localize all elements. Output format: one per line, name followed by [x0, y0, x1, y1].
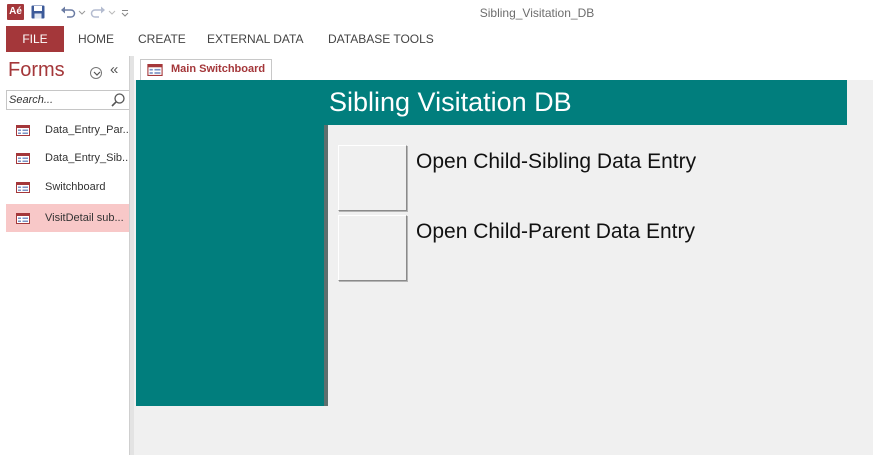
form-icon [16, 125, 30, 136]
nav-item-label: Switchboard [45, 181, 106, 193]
tab-create[interactable]: CREATE [138, 26, 186, 52]
nav-search-input[interactable] [7, 91, 107, 109]
open-child-sibling-button[interactable] [338, 145, 407, 211]
nav-item-label: Data_Entry_Sib... [45, 152, 130, 164]
nav-item-label: Data_Entry_Par... [45, 124, 130, 136]
open-child-parent-button[interactable] [338, 215, 407, 281]
search-icon[interactable] [110, 92, 126, 113]
form-header: Sibling Visitation DB [326, 80, 847, 125]
ribbon-tabs: FILE HOME CREATE EXTERNAL DATA DATABASE … [0, 26, 873, 52]
window-title: Sibling_Visitation_DB [479, 6, 595, 20]
document-tab-label: Main Switchboard [171, 63, 266, 75]
form-title: Sibling Visitation DB [329, 87, 572, 117]
nav-item-data-entry-sibling[interactable]: Data_Entry_Sib... [6, 144, 130, 172]
open-child-sibling-label[interactable]: Open Child-Sibling Data Entry [416, 150, 696, 174]
document-area: Main Switchboard Sibling Visitation DB O… [134, 56, 873, 455]
title-bar: Aé Sibling_Visitation_DB [0, 0, 873, 26]
tab-home[interactable]: HOME [78, 26, 114, 52]
document-tab-main-switchboard[interactable]: Main Switchboard [140, 59, 272, 81]
tab-database-tools[interactable]: DATABASE TOOLS [328, 26, 434, 52]
form-side-panel [136, 80, 326, 406]
form-icon [16, 213, 30, 224]
nav-search-box [6, 90, 130, 110]
form-icon [16, 182, 30, 193]
nav-item-label: VisitDetail sub... [45, 212, 124, 224]
open-child-parent-label[interactable]: Open Child-Parent Data Entry [416, 220, 695, 244]
document-tab-strip: Main Switchboard [134, 56, 873, 81]
form-icon [147, 64, 163, 76]
form-icon [16, 153, 30, 164]
shutter-bar-collapse-icon[interactable]: « [110, 61, 118, 78]
switchboard-form: Sibling Visitation DB Open Child-Sibling… [134, 80, 873, 455]
nav-item-visitdetail-subform[interactable]: VisitDetail sub... [6, 204, 130, 232]
tab-external-data[interactable]: EXTERNAL DATA [207, 26, 303, 52]
tab-file[interactable]: FILE [6, 26, 64, 52]
nav-item-switchboard[interactable]: Switchboard [6, 173, 130, 201]
access-window: Aé Sibling_Visitation_DB FILE HOME CREAT… [0, 0, 873, 455]
form-side-panel-shadow [324, 125, 328, 406]
nav-pane-title[interactable]: Forms [8, 59, 65, 82]
navigation-pane: Forms « Data_Entry_Par... [0, 56, 130, 455]
nav-item-data-entry-parent[interactable]: Data_Entry_Par... [6, 116, 130, 144]
nav-pane-menu-icon[interactable] [90, 67, 102, 79]
